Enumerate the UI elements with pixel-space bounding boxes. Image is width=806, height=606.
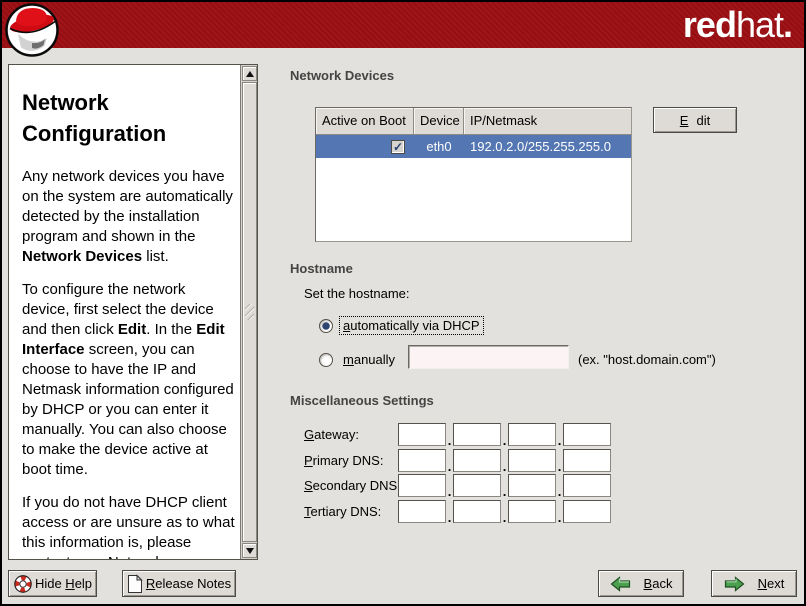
network-devices-section-label: Network Devices <box>290 68 394 83</box>
octet-input[interactable] <box>398 474 446 497</box>
octet-input[interactable] <box>453 423 501 446</box>
octet-input[interactable] <box>398 423 446 446</box>
octet-input[interactable] <box>453 474 501 497</box>
octet-separator: . <box>446 513 453 523</box>
hostname-option-manual[interactable]: manually <box>319 350 399 369</box>
octet-input[interactable] <box>563 474 611 497</box>
octet-separator: . <box>446 462 453 472</box>
octet-separator: . <box>556 487 563 497</box>
edit-button[interactable]: Edit <box>653 107 737 133</box>
hide-help-label: Hide Help <box>35 576 92 591</box>
octet-input[interactable] <box>398 500 446 523</box>
back-arrow-icon <box>610 576 631 592</box>
hostname-option-dhcp[interactable]: automatically via DHCP <box>319 316 484 335</box>
dhcp-radio-button[interactable] <box>319 319 333 333</box>
ip-netmask-cell: 192.0.2.0/255.255.255.0 <box>464 139 631 154</box>
redhat-wordmark: redhat. <box>683 4 792 46</box>
misc-row-label: Primary DNS: <box>304 453 398 468</box>
octet-separator: . <box>556 513 563 523</box>
octet-separator: . <box>446 487 453 497</box>
octet-separator: . <box>501 436 508 446</box>
scroll-up-arrow-icon <box>246 71 254 77</box>
help-content: Network Configuration Any network device… <box>9 65 240 559</box>
help-paragraph: Any network devices you have on the syst… <box>22 167 236 267</box>
octet-input[interactable] <box>563 500 611 523</box>
manual-hostname-input[interactable] <box>408 345 569 369</box>
octet-separator: . <box>556 436 563 446</box>
active-on-boot-checkbox[interactable]: ✓ <box>391 140 405 154</box>
scroll-down-button[interactable] <box>242 543 257 558</box>
hide-help-button[interactable]: Hide Help <box>8 570 97 597</box>
misc-row-label: Secondary DNS: <box>304 478 398 493</box>
next-label: Next <box>758 576 785 591</box>
manual-radio-button[interactable] <box>319 353 333 367</box>
help-scrollbar[interactable] <box>240 65 257 559</box>
next-arrow-icon <box>724 576 745 592</box>
help-paragraphs: Any network devices you have on the syst… <box>22 167 236 559</box>
misc-row-label: Gateway: <box>304 427 398 442</box>
release-notes-label: Release Notes <box>146 576 231 591</box>
octet-input[interactable] <box>508 474 556 497</box>
octet-input[interactable] <box>563 423 611 446</box>
misc-row: Gateway:... <box>304 423 611 446</box>
scrollbar-thumb[interactable] <box>242 82 257 542</box>
wordmark-dot: . <box>783 4 792 45</box>
hostname-example-hint: (ex. "host.domain.com") <box>578 352 716 367</box>
octet-separator: . <box>446 436 453 446</box>
hostname-section-label: Hostname <box>290 261 353 276</box>
octet-separator: . <box>501 487 508 497</box>
misc-row: Tertiary DNS:... <box>304 500 611 523</box>
column-header[interactable]: Device <box>414 108 464 134</box>
scrollbar-grip-icon <box>245 304 254 320</box>
misc-settings-section-label: Miscellaneous Settings <box>290 393 434 408</box>
octet-separator: . <box>501 513 508 523</box>
octet-input[interactable] <box>508 500 556 523</box>
help-panel: Network Configuration Any network device… <box>8 64 258 560</box>
octet-input[interactable] <box>508 449 556 472</box>
octet-input[interactable] <box>453 449 501 472</box>
dhcp-radio-label[interactable]: automatically via DHCP <box>339 316 484 335</box>
table-header: Active on BootDeviceIP/Netmask <box>316 108 631 135</box>
back-label: Back <box>644 576 673 591</box>
help-title: Network Configuration <box>22 87 236 149</box>
table-body: ✓ eth0192.0.2.0/255.255.255.0 <box>316 135 631 158</box>
misc-row: Secondary DNS:... <box>304 474 611 497</box>
octet-separator: . <box>501 462 508 472</box>
scroll-up-button[interactable] <box>242 66 257 81</box>
manual-radio-label[interactable]: manually <box>339 350 399 369</box>
back-button[interactable]: Back <box>598 570 684 597</box>
title-bar: redhat. <box>2 2 804 48</box>
next-button[interactable]: Next <box>711 570 797 597</box>
wordmark-red: red <box>683 4 736 45</box>
scroll-down-arrow-icon <box>246 548 254 554</box>
help-paragraph: To configure the network device, first s… <box>22 280 236 480</box>
table-row[interactable]: ✓ eth0192.0.2.0/255.255.255.0 <box>316 135 631 158</box>
column-header[interactable]: Active on Boot <box>316 108 414 134</box>
octet-input[interactable] <box>453 500 501 523</box>
life-ring-icon <box>13 574 33 594</box>
octet-input[interactable] <box>563 449 611 472</box>
octet-separator: . <box>556 462 563 472</box>
help-paragraph: If you do not have DHCP client access or… <box>22 493 236 559</box>
document-icon <box>127 574 143 594</box>
misc-row-label: Tertiary DNS: <box>304 504 398 519</box>
redhat-shadowman-logo-icon <box>5 3 59 57</box>
device-cell: eth0 <box>414 139 464 154</box>
installer-window: redhat. Network Configuration Any networ… <box>0 0 806 606</box>
release-notes-button[interactable]: Release Notes <box>122 570 236 597</box>
wordmark-hat: hat <box>736 4 783 45</box>
set-hostname-label: Set the hostname: <box>304 286 410 301</box>
octet-input[interactable] <box>398 449 446 472</box>
column-header[interactable]: IP/Netmask <box>464 108 631 134</box>
octet-input[interactable] <box>508 423 556 446</box>
network-devices-table[interactable]: Active on BootDeviceIP/Netmask ✓ eth0192.… <box>315 107 632 242</box>
misc-row: Primary DNS:... <box>304 449 611 472</box>
